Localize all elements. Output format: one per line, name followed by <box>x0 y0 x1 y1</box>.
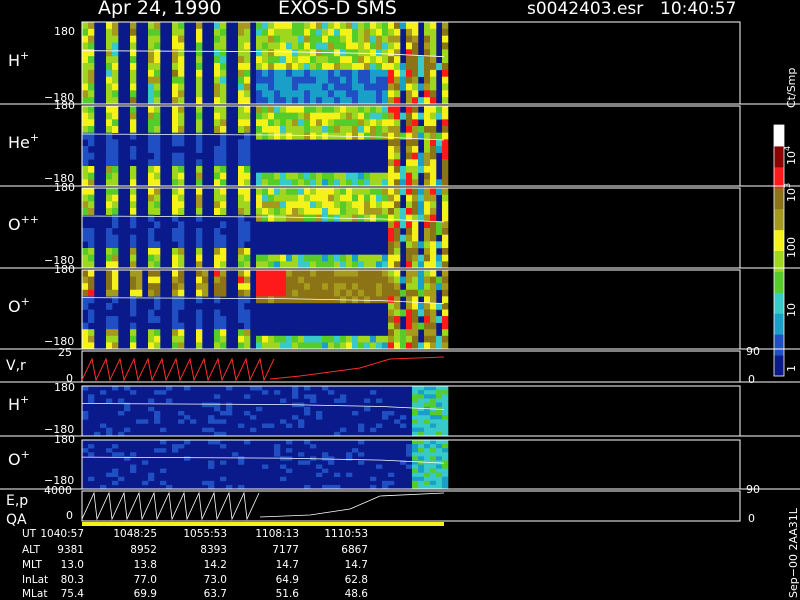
heatmap-o2 <box>81 440 449 490</box>
colorbar-segment <box>774 334 784 356</box>
colorbar-unit: Ct/Smp <box>785 68 798 108</box>
ephemeris-cell: 9381 <box>57 544 84 556</box>
svg-text:H+: H+ <box>8 49 29 70</box>
ytick-op-top: 180 <box>54 263 75 276</box>
ephemeris-cell: 14.7 <box>275 559 299 571</box>
ephemeris-cell: 13.0 <box>60 559 84 571</box>
ytick-o2-top: 180 <box>54 433 75 446</box>
colorbar-segment <box>774 125 784 147</box>
colorbar-segment <box>774 313 784 335</box>
heatmap-h <box>81 22 449 105</box>
ytick-h-top: 180 <box>54 25 75 38</box>
panel-label-o-plus-2: O+ <box>8 448 30 469</box>
ephemeris-cell: 69.9 <box>133 588 157 600</box>
panel-label-ep: E,p <box>6 493 28 509</box>
ephemeris-cell: 7177 <box>272 544 299 556</box>
heatmap-h2 <box>81 386 449 437</box>
ephemeris-cell: 73.0 <box>203 574 227 586</box>
ephemeris-cell: 51.6 <box>275 588 299 600</box>
colorbar-tick-1e4: 104 <box>783 146 798 165</box>
panel-label-he-plus: He+ <box>8 131 39 152</box>
ephemeris-cell: 1048:25 <box>113 528 157 540</box>
panel-label-h-plus: H+ <box>8 49 29 70</box>
qa-bar <box>82 522 444 526</box>
heatmap-op <box>81 270 449 350</box>
spectrogram-figure: H+ He+ O++ O+ V,r H+ O+ E,p QA 180 −180 … <box>0 21 800 598</box>
ep-right-min: 0 <box>748 512 755 525</box>
panel-label-o-plus-plus: O++ <box>8 213 39 234</box>
ephemeris-cell: 13.8 <box>133 559 157 571</box>
ephemeris-cell: 14.2 <box>203 559 227 571</box>
ephemeris-cell: 1055:53 <box>183 528 227 540</box>
ephemeris-cell: 75.4 <box>60 588 84 600</box>
ephemeris-cell: 6867 <box>341 544 368 556</box>
ephemeris-cell: 1040:57 <box>40 528 84 540</box>
colorbar-segment <box>774 292 784 314</box>
ytick-ep-top: 4000 <box>44 484 72 497</box>
svg-text:O++: O++ <box>8 213 39 234</box>
vr-right-max: 90 <box>746 345 760 358</box>
colorbar-tick-10: 10 <box>785 303 798 317</box>
ephemeris-cell: 62.8 <box>344 574 368 586</box>
ephemeris-cell: 63.7 <box>203 588 227 600</box>
heatmap-he <box>81 106 449 187</box>
svg-text:104: 104 <box>783 146 798 165</box>
vr-trace <box>81 356 445 382</box>
ephemeris-cell: 1110:53 <box>324 528 368 540</box>
panel-label-h-plus-2: H+ <box>8 393 29 414</box>
colorbar-segment <box>774 250 784 272</box>
ephemeris-cell: 14.7 <box>344 559 368 571</box>
colorbar-segment <box>774 187 784 210</box>
colorbar-segment <box>774 208 784 231</box>
vr-right-min: 0 <box>748 373 755 386</box>
ephemeris-cell: 64.9 <box>275 574 299 586</box>
ytick-h2-top: 180 <box>54 381 75 394</box>
panel-frame <box>81 490 741 522</box>
ytick-opp-top: 180 <box>54 181 75 194</box>
ephemeris-cell: 1108:13 <box>255 528 299 540</box>
ephemeris-cell: 77.0 <box>133 574 157 586</box>
svg-text:H+: H+ <box>8 393 29 414</box>
panel-label-vr: V,r <box>6 358 26 374</box>
colorbar <box>773 124 785 377</box>
ep-trace <box>81 491 445 521</box>
ytick-ep-bot: 0 <box>66 509 73 522</box>
colorbar-tick-100: 100 <box>785 237 798 258</box>
svg-text:O+: O+ <box>8 448 30 469</box>
ytick-he-top: 180 <box>54 99 75 112</box>
ephemeris-cell: 8952 <box>130 544 157 556</box>
ephemeris-cell: 80.3 <box>60 574 84 586</box>
ephemeris-cell: 48.6 <box>344 588 368 600</box>
colorbar-segment <box>774 355 784 377</box>
colorbar-segment <box>774 271 784 293</box>
panel-label-qa: QA <box>6 512 27 528</box>
heatmap-opp <box>81 188 449 269</box>
ytick-vr-top: 25 <box>58 346 72 359</box>
side-label: Sep−00 2AA31L <box>787 507 800 598</box>
panel-label-o-plus: O+ <box>8 295 30 316</box>
ephemeris-cell: 8393 <box>200 544 227 556</box>
panel-frame <box>81 350 741 383</box>
svg-text:He+: He+ <box>8 131 39 152</box>
svg-text:O+: O+ <box>8 295 30 316</box>
colorbar-tick-1: 1 <box>785 365 798 372</box>
colorbar-segment <box>774 229 784 251</box>
